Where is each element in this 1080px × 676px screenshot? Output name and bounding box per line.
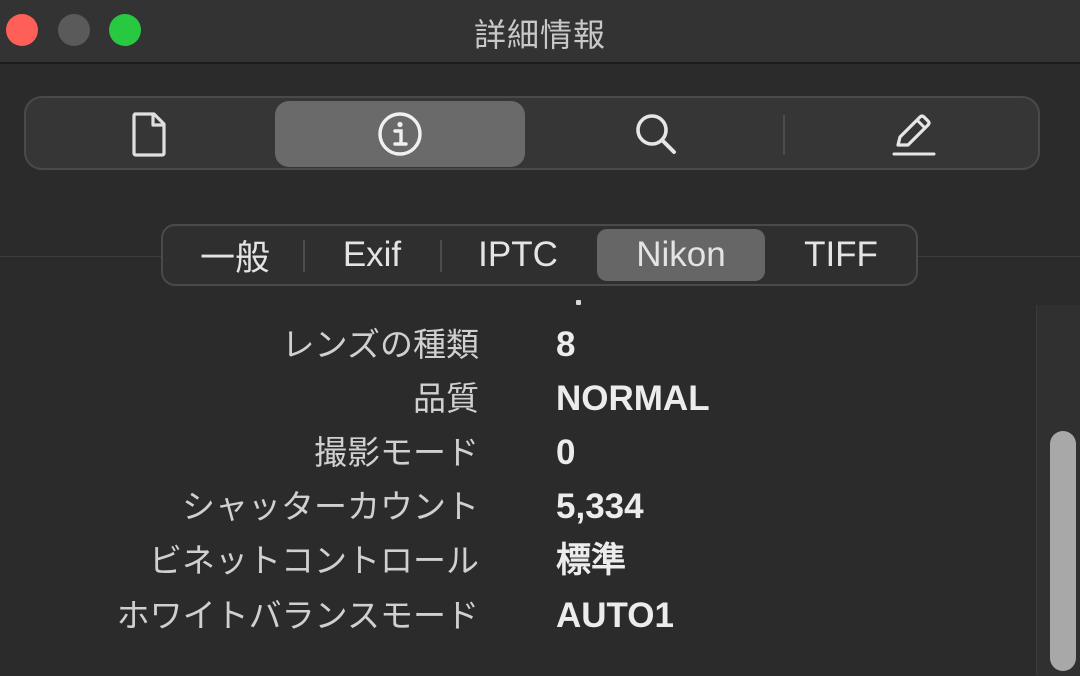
field-label: 撮影モード [314,433,479,472]
field-label: シャッターカウント [182,487,479,526]
field-value: 5,334 [556,487,644,526]
metadata-tabs: 一般 Exif IPTC Nikon TIFF [161,224,918,286]
info-icon [376,110,424,158]
info-window: 詳細情報 一般 Exif IPTC Nikon TIFF レンズの種類 8 品質… [0,0,1080,676]
vertical-scrollbar[interactable] [1036,305,1080,676]
keywords-button[interactable] [531,101,781,167]
field-label: レンズの種類 [281,325,479,364]
field-value: 0 [556,433,576,472]
metadata-panel[interactable]: レンズの種類 8 品質 NORMAL 撮影モード 0 シャッターカウント 5,3… [0,257,1080,676]
field-value: AUTO1 [556,596,674,635]
field-value: 標準 [556,541,627,580]
more-info-button[interactable] [275,101,525,167]
field-label: ホワイトバランスモード [116,596,479,635]
title-bar[interactable]: 詳細情報 [0,0,1080,64]
list-item: レンズの種類 8 [0,318,1030,372]
tab-divider [303,240,305,272]
list-item: ビネットコントロール 標準 [0,534,1030,588]
segment-divider [783,115,785,155]
metadata-list: レンズの種類 8 品質 NORMAL 撮影モード 0 シャッターカウント 5,3… [0,257,1030,676]
pencil-icon [888,109,938,159]
field-label: ビネットコントロール [149,541,479,580]
field-value: 8 [556,325,576,364]
field-value: NORMAL [556,379,710,418]
tab-general[interactable]: 一般 [169,229,301,281]
field-label: 品質 [413,379,479,418]
tab-iptc[interactable]: IPTC [443,229,593,281]
file-info-button[interactable] [24,101,274,167]
tab-exif[interactable]: Exif [306,229,438,281]
window-title: 詳細情報 [473,16,606,54]
list-item: 品質 NORMAL [0,372,1030,426]
tab-tiff[interactable]: TIFF [769,229,913,281]
search-icon [632,110,680,158]
tab-nikon[interactable]: Nikon [597,229,765,281]
scrollbar-thumb[interactable] [1050,431,1076,671]
clipped-row-fragment [576,300,581,305]
tab-divider [440,240,442,272]
list-item: ホワイトバランスモード AUTO1 [0,589,1030,643]
annotations-button[interactable] [788,101,1038,167]
inspector-segmented-control [24,96,1040,170]
list-item: 撮影モード 0 [0,426,1030,480]
document-icon [129,111,169,157]
list-item: シャッターカウント 5,334 [0,480,1030,534]
